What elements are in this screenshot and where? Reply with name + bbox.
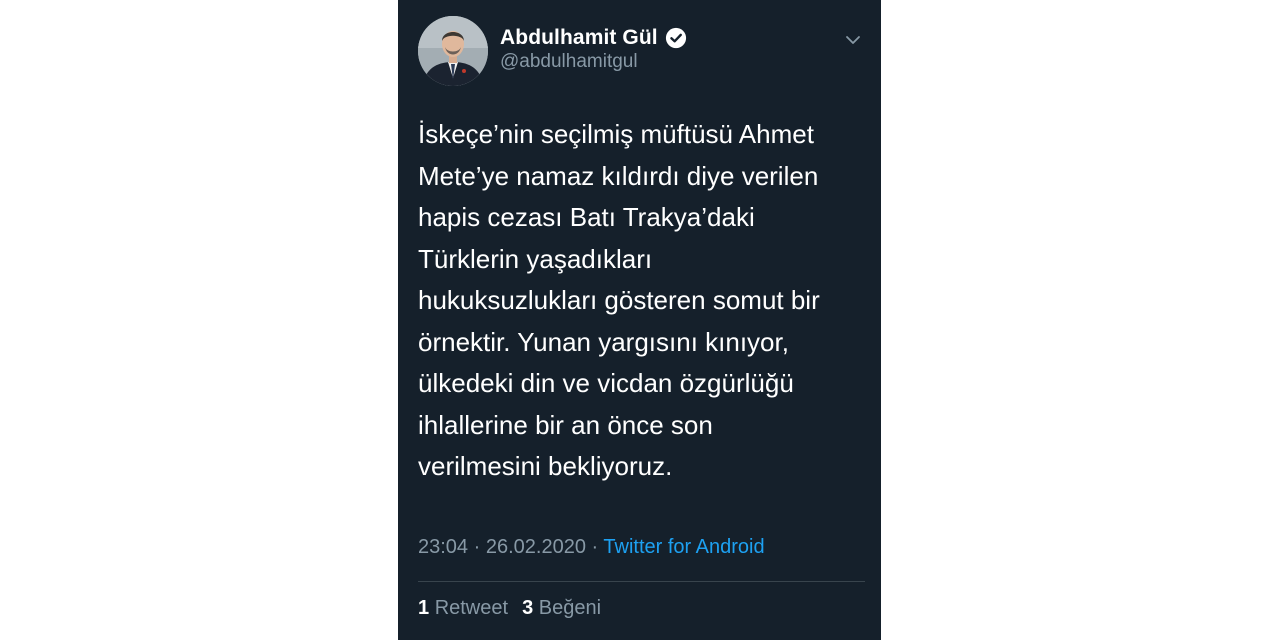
chevron-down-icon[interactable] (845, 32, 861, 48)
tweet-text: İskeçe’nin seçilmiş müftüsü Ahmet Mete’y… (418, 119, 820, 481)
tweet-date[interactable]: 26.02.2020 (486, 536, 586, 558)
user-handle[interactable]: @abdulhamitgul (500, 51, 638, 73)
tweet-card: Abdulhamit Gül @abdulhamitgul İskeçe’nin… (398, 0, 881, 640)
retweet-label: Retweet (434, 597, 509, 619)
like-stat[interactable]: 3 Beğeni (522, 597, 601, 619)
meta-separator: · (473, 536, 481, 558)
retweet-stat[interactable]: 1 Retweet (418, 597, 508, 619)
divider (418, 581, 865, 582)
avatar[interactable] (418, 16, 488, 86)
avatar-photo (418, 16, 488, 86)
tweet-source-link[interactable]: Twitter for Android (603, 536, 764, 558)
retweet-count: 1 (418, 597, 430, 619)
display-name[interactable]: Abdulhamit Gül (500, 26, 658, 50)
like-count: 3 (522, 597, 534, 619)
like-label: Beğeni (538, 597, 602, 619)
meta-separator: · (591, 536, 599, 558)
tweet-stats: 1 Retweet 3 Beğeni (418, 597, 601, 620)
verified-badge-icon (665, 27, 686, 49)
tweet-time[interactable]: 23:04 (418, 536, 468, 558)
tweet-meta: 23:04 · 26.02.2020 · Twitter for Android (418, 536, 765, 559)
user-name-row: Abdulhamit Gül (500, 26, 687, 50)
